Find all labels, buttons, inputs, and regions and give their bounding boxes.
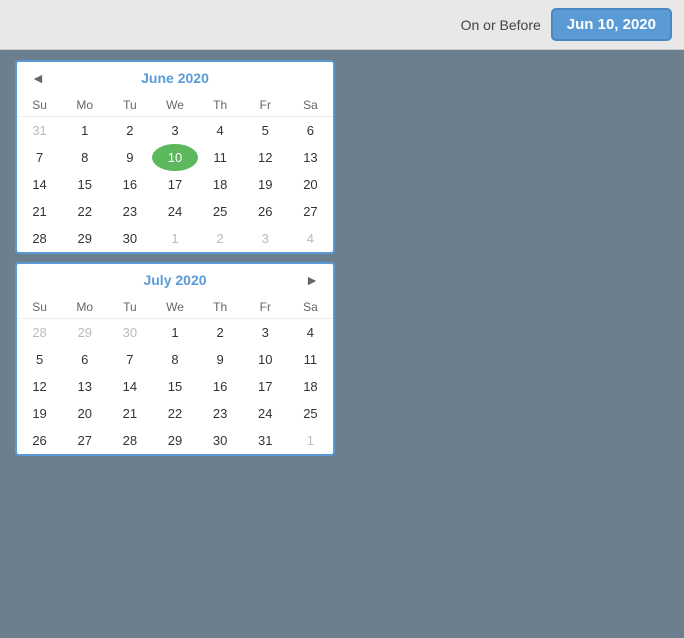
weekday-header: Tu: [107, 296, 152, 319]
calendar-day[interactable]: 19: [17, 400, 62, 427]
calendar-day[interactable]: 10: [243, 346, 288, 373]
calendar-day[interactable]: 6: [62, 346, 107, 373]
calendar-title-june2020: June 2020: [27, 70, 323, 86]
calendar-day[interactable]: 5: [17, 346, 62, 373]
filter-label: On or Before: [461, 17, 541, 33]
calendar-june2020: ◄June 2020SuMoTuWeThFrSa3112345678910111…: [15, 60, 335, 254]
calendar-grid-july2020: SuMoTuWeThFrSa28293012345678910111213141…: [17, 296, 333, 454]
next-month-button-july2020[interactable]: ►: [299, 270, 325, 290]
weekday-header: We: [152, 296, 197, 319]
weekday-header: Sa: [288, 94, 333, 117]
calendar-day[interactable]: 21: [107, 400, 152, 427]
weekday-header: Tu: [107, 94, 152, 117]
calendar-day[interactable]: 26: [17, 427, 62, 454]
calendar-day[interactable]: 8: [62, 144, 107, 171]
top-bar: On or Before Jun 10, 2020: [0, 0, 684, 50]
calendar-day[interactable]: 28: [107, 427, 152, 454]
calendar-day[interactable]: 26: [243, 198, 288, 225]
calendar-day[interactable]: 4: [198, 117, 243, 145]
calendar-day[interactable]: 23: [107, 198, 152, 225]
calendar-day[interactable]: 22: [62, 198, 107, 225]
calendar-day[interactable]: 9: [107, 144, 152, 171]
calendar-day[interactable]: 4: [288, 319, 333, 347]
calendar-day[interactable]: 29: [152, 427, 197, 454]
calendar-day[interactable]: 2: [107, 117, 152, 145]
calendar-header-july2020: July 2020►: [17, 264, 333, 296]
calendar-day: 3: [243, 225, 288, 252]
calendar-day[interactable]: 25: [198, 198, 243, 225]
calendar-grid-june2020: SuMoTuWeThFrSa31123456789101112131415161…: [17, 94, 333, 252]
calendar-day[interactable]: 5: [243, 117, 288, 145]
calendar-july2020: July 2020►SuMoTuWeThFrSa2829301234567891…: [15, 262, 335, 456]
calendar-day[interactable]: 14: [17, 171, 62, 198]
calendar-day[interactable]: 15: [152, 373, 197, 400]
calendar-day[interactable]: 13: [62, 373, 107, 400]
calendar-day[interactable]: 24: [243, 400, 288, 427]
calendar-day[interactable]: 6: [288, 117, 333, 145]
calendar-day[interactable]: 29: [62, 225, 107, 252]
calendar-day[interactable]: 11: [198, 144, 243, 171]
calendar-day[interactable]: 27: [62, 427, 107, 454]
calendar-day[interactable]: 20: [288, 171, 333, 198]
weekday-header: Fr: [243, 296, 288, 319]
calendar-day[interactable]: 13: [288, 144, 333, 171]
calendar-day: 29: [62, 319, 107, 347]
calendar-day[interactable]: 20: [62, 400, 107, 427]
calendar-day[interactable]: 9: [198, 346, 243, 373]
calendar-day[interactable]: 1: [62, 117, 107, 145]
calendar-day[interactable]: 30: [198, 427, 243, 454]
calendar-day: 1: [152, 225, 197, 252]
weekday-header: Fr: [243, 94, 288, 117]
calendar-day[interactable]: 3: [243, 319, 288, 347]
weekday-header: Mo: [62, 94, 107, 117]
calendar-day[interactable]: 18: [288, 373, 333, 400]
calendar-day[interactable]: 21: [17, 198, 62, 225]
selected-date-badge[interactable]: Jun 10, 2020: [551, 8, 672, 41]
calendar-day: 2: [198, 225, 243, 252]
calendar-day[interactable]: 14: [107, 373, 152, 400]
calendar-day[interactable]: 11: [288, 346, 333, 373]
calendar-day[interactable]: 25: [288, 400, 333, 427]
calendar-day[interactable]: 16: [107, 171, 152, 198]
calendar-day[interactable]: 16: [198, 373, 243, 400]
calendar-day[interactable]: 17: [243, 373, 288, 400]
calendar-day[interactable]: 1: [152, 319, 197, 347]
weekday-header: Sa: [288, 296, 333, 319]
calendar-day[interactable]: 3: [152, 117, 197, 145]
calendar-day[interactable]: 30: [107, 225, 152, 252]
weekday-header: Su: [17, 94, 62, 117]
calendar-day[interactable]: 12: [243, 144, 288, 171]
calendar-day[interactable]: 23: [198, 400, 243, 427]
calendar-day: 28: [17, 319, 62, 347]
weekday-header: We: [152, 94, 197, 117]
calendar-day[interactable]: 31: [243, 427, 288, 454]
calendars-container: ◄June 2020SuMoTuWeThFrSa3112345678910111…: [0, 50, 350, 474]
calendar-day[interactable]: 7: [107, 346, 152, 373]
calendar-day[interactable]: 8: [152, 346, 197, 373]
calendar-title-july2020: July 2020: [27, 272, 323, 288]
calendar-day[interactable]: 28: [17, 225, 62, 252]
calendar-day[interactable]: 17: [152, 171, 197, 198]
calendar-day[interactable]: 15: [62, 171, 107, 198]
calendar-day[interactable]: 19: [243, 171, 288, 198]
calendar-day: 4: [288, 225, 333, 252]
calendar-day: 1: [288, 427, 333, 454]
weekday-header: Th: [198, 94, 243, 117]
weekday-header: Su: [17, 296, 62, 319]
calendar-day: 31: [17, 117, 62, 145]
calendar-header-june2020: ◄June 2020: [17, 62, 333, 94]
calendar-day[interactable]: 18: [198, 171, 243, 198]
calendar-day[interactable]: 12: [17, 373, 62, 400]
calendar-day[interactable]: 2: [198, 319, 243, 347]
calendar-day[interactable]: 7: [17, 144, 62, 171]
calendar-day[interactable]: 10: [152, 144, 197, 171]
weekday-header: Mo: [62, 296, 107, 319]
calendar-day: 30: [107, 319, 152, 347]
prev-month-button-june2020[interactable]: ◄: [25, 68, 51, 88]
calendar-day[interactable]: 22: [152, 400, 197, 427]
calendar-day[interactable]: 27: [288, 198, 333, 225]
calendar-day[interactable]: 24: [152, 198, 197, 225]
weekday-header: Th: [198, 296, 243, 319]
